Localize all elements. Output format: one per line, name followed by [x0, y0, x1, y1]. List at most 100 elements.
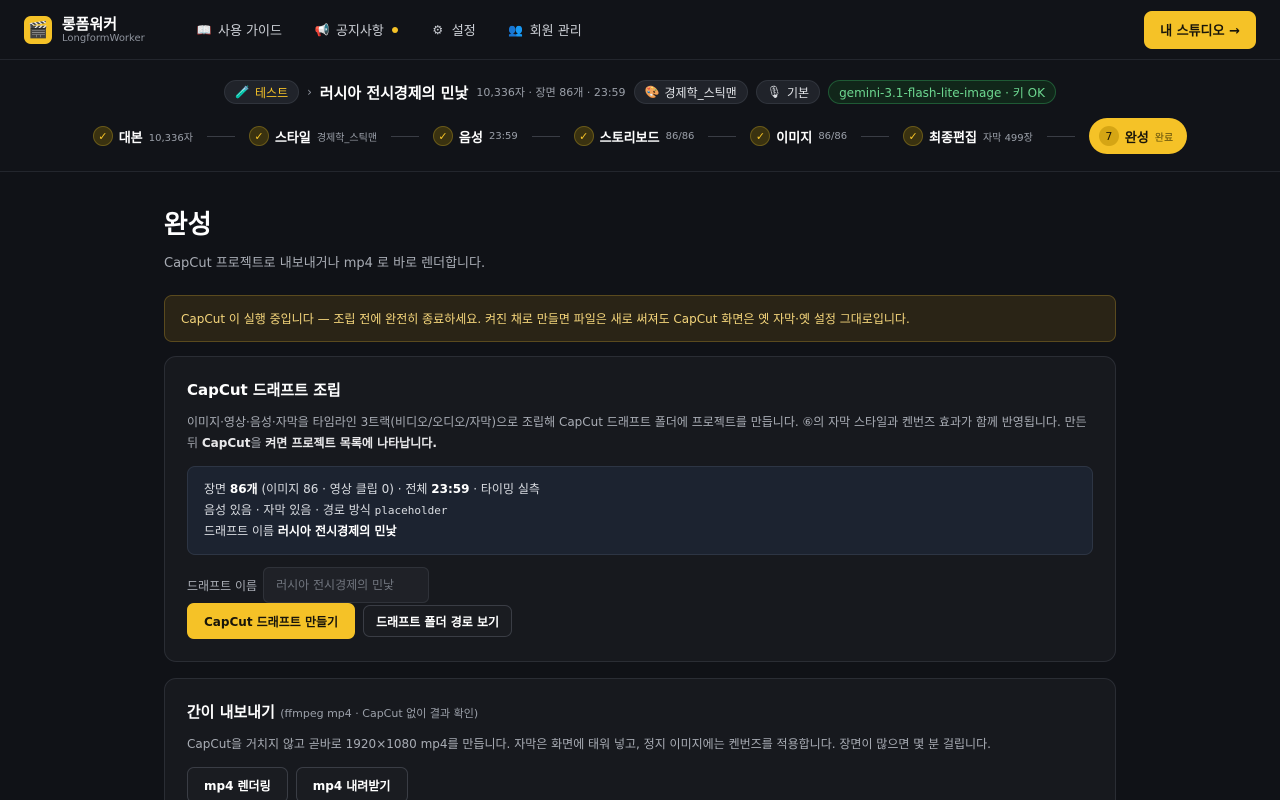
- summary-text: 음성 있음 · 자막 있음 · 경로 방식: [204, 503, 375, 517]
- draft-name-label: 드래프트 이름: [187, 578, 258, 593]
- step-storyboard[interactable]: ✓ 스토리보드 86/86: [573, 126, 695, 146]
- show-draft-path-button[interactable]: 드래프트 폴더 경로 보기: [363, 605, 513, 637]
- project-title: 러시아 전시경제의 민낯: [319, 83, 469, 102]
- main-content: 완성 CapCut 프로젝트로 내보내거나 mp4 로 바로 렌더합니다. Ca…: [164, 172, 1116, 800]
- check-icon: ✓: [573, 126, 594, 146]
- step-divider: [861, 135, 890, 137]
- style-badge[interactable]: 🎨 경제학_스틱맨: [633, 80, 748, 104]
- export-card-title: 간이 내보내기 (ffmpeg mp4 · CapCut 없이 결과 확인): [187, 701, 1093, 722]
- step-label: 음성: [459, 130, 483, 146]
- clapperboard-icon: 🎬: [24, 15, 52, 44]
- nav-notices[interactable]: 📢 공지사항: [302, 14, 410, 45]
- project-meta: 10,336자 · 장면 86개 · 23:59: [476, 86, 626, 99]
- render-mp4-button[interactable]: mp4 렌더링: [187, 767, 288, 800]
- chevron-right-icon: ›: [307, 85, 312, 99]
- summary-value: 86개: [229, 482, 258, 496]
- main-nav: 📖 사용 가이드 📢 공지사항 ⚙ 설정 👥 회원 관리: [184, 14, 594, 45]
- new-notice-dot: [391, 26, 398, 33]
- summary-text: 장면: [204, 482, 230, 496]
- summary-value: 러시아 전시경제의 민낯: [277, 524, 397, 538]
- my-studio-button[interactable]: 내 스튜디오 →: [1144, 10, 1256, 49]
- brand[interactable]: 🎬 롱폼워커 LongformWorker: [24, 15, 184, 45]
- step-divider: [206, 135, 235, 137]
- step-voice[interactable]: ✓ 음성 23:59: [433, 126, 518, 146]
- step-sub: 경제학_스틱맨: [316, 132, 378, 144]
- step-sub: 자막 499장: [982, 132, 1033, 144]
- step-divider: [531, 135, 560, 137]
- draft-name-row: 드래프트 이름: [187, 567, 1093, 603]
- summary-line-media: 음성 있음 · 자막 있음 · 경로 방식 placeholder: [204, 500, 1076, 521]
- step-divider: [708, 135, 737, 137]
- step-label: 스타일: [274, 130, 311, 146]
- desc-bold: 켜면 프로젝트 목록에 나타납니다.: [265, 436, 437, 450]
- brand-text: 롱폼워커 LongformWorker: [62, 15, 145, 45]
- summary-text: 드래프트 이름: [204, 524, 278, 538]
- step-divider: [391, 135, 420, 137]
- page-title: 완성: [164, 210, 212, 240]
- step-images[interactable]: ✓ 이미지 86/86: [750, 126, 847, 146]
- check-icon: ✓: [903, 126, 924, 146]
- export-description: CapCut을 거치지 않고 곧바로 1920×1080 mp4를 만듭니다. …: [187, 737, 991, 751]
- capcut-card-title: CapCut 드래프트 조립: [187, 381, 341, 399]
- step-style[interactable]: ✓ 스타일 경제학_스틱맨: [248, 126, 378, 146]
- page-description: CapCut 프로젝트로 내보내거나 mp4 로 바로 렌더합니다.: [164, 256, 486, 271]
- voice-badge[interactable]: 🎙 기본: [755, 80, 821, 104]
- desc-text: 을: [250, 436, 266, 450]
- step-label: 완성: [1124, 130, 1149, 146]
- nav-notices-label: 공지사항: [335, 24, 384, 39]
- check-icon: ✓: [750, 126, 771, 146]
- brand-name: 롱폼워커: [62, 14, 118, 33]
- capcut-running-warning: CapCut 이 실행 중입니다 — 조립 전에 완전히 종료하세요. 켜진 채…: [164, 295, 1116, 342]
- export-title: 간이 내보내기: [187, 703, 276, 721]
- book-icon: 📖: [196, 22, 212, 37]
- summary-text: (이미지 86 · 영상 클립 0) · 전체: [257, 482, 432, 496]
- step-label: 대본: [118, 130, 143, 146]
- summary-text: · 타이밍 실측: [469, 482, 540, 496]
- step-sub: 86/86: [665, 130, 695, 142]
- style-badge-label: 경제학_스틱맨: [664, 85, 737, 100]
- nav-members[interactable]: 👥 회원 관리: [496, 14, 594, 45]
- step-divider: [1046, 135, 1075, 137]
- test-tube-icon: 🧪: [235, 85, 250, 99]
- step-label: 스토리보드: [599, 130, 660, 146]
- test-tag[interactable]: 🧪 테스트: [224, 80, 300, 104]
- check-icon: ✓: [433, 126, 454, 146]
- summary-value: placeholder: [374, 504, 448, 517]
- step-sub: 86/86: [818, 130, 848, 142]
- desc-bold: CapCut: [201, 436, 251, 450]
- draft-summary-box: 장면 86개 (이미지 86 · 영상 클립 0) · 전체 23:59 · 타…: [187, 466, 1093, 555]
- draft-name-input[interactable]: [263, 567, 430, 603]
- capcut-card-description: 이미지·영상·음성·자막을 타임라인 3트랙(비디오/오디오/자막)으로 조립해…: [187, 412, 1093, 454]
- step-number: 7: [1098, 126, 1119, 146]
- gear-icon: ⚙: [432, 22, 444, 37]
- summary-line-scenes: 장면 86개 (이미지 86 · 영상 클립 0) · 전체 23:59 · 타…: [204, 479, 1076, 500]
- step-label: 최종편집: [929, 130, 977, 146]
- users-icon: 👥: [508, 22, 524, 37]
- step-sub: 완료: [1154, 132, 1174, 144]
- step-final-edit[interactable]: ✓ 최종편집 자막 499장: [903, 126, 1033, 146]
- workflow-steps: ✓ 대본 10,336자 ✓ 스타일 경제학_스틱맨 ✓ 음성 23:59 ✓ …: [0, 116, 1280, 156]
- nav-settings[interactable]: ⚙ 설정: [418, 14, 488, 45]
- nav-members-label: 회원 관리: [529, 24, 582, 39]
- step-sub: 10,336자: [148, 132, 193, 144]
- model-status-badge[interactable]: gemini-3.1-flash-lite-image · 키 OK: [828, 80, 1056, 104]
- step-complete[interactable]: 7 완성 완료: [1088, 118, 1188, 154]
- summary-value: 23:59: [431, 482, 470, 496]
- nav-guide[interactable]: 📖 사용 가이드: [184, 14, 294, 45]
- test-tag-label: 테스트: [254, 85, 289, 100]
- palette-icon: 🎨: [644, 85, 660, 99]
- export-title-sub: (ffmpeg mp4 · CapCut 없이 결과 확인): [280, 707, 479, 720]
- nav-guide-label: 사용 가이드: [218, 24, 282, 39]
- capcut-draft-card: CapCut 드래프트 조립 이미지·영상·음성·자막을 타임라인 3트랙(비디…: [164, 356, 1116, 662]
- project-header: 🧪 테스트 › 러시아 전시경제의 민낯 10,336자 · 장면 86개 · …: [0, 60, 1280, 172]
- make-draft-button[interactable]: CapCut 드래프트 만들기: [187, 603, 356, 639]
- megaphone-icon: 📢: [314, 22, 330, 37]
- step-script[interactable]: ✓ 대본 10,336자: [92, 126, 193, 146]
- check-icon: ✓: [92, 126, 113, 146]
- project-info-row: 🧪 테스트 › 러시아 전시경제의 민낯 10,336자 · 장면 86개 · …: [0, 60, 1280, 120]
- capcut-actions: CapCut 드래프트 만들기 드래프트 폴더 경로 보기: [187, 603, 1093, 639]
- download-mp4-button[interactable]: mp4 내려받기: [295, 767, 408, 800]
- export-actions: mp4 렌더링 mp4 내려받기: [187, 767, 1093, 800]
- summary-line-name: 드래프트 이름 러시아 전시경제의 민낯: [204, 521, 1076, 542]
- simple-export-card: 간이 내보내기 (ffmpeg mp4 · CapCut 없이 결과 확인) C…: [164, 678, 1116, 800]
